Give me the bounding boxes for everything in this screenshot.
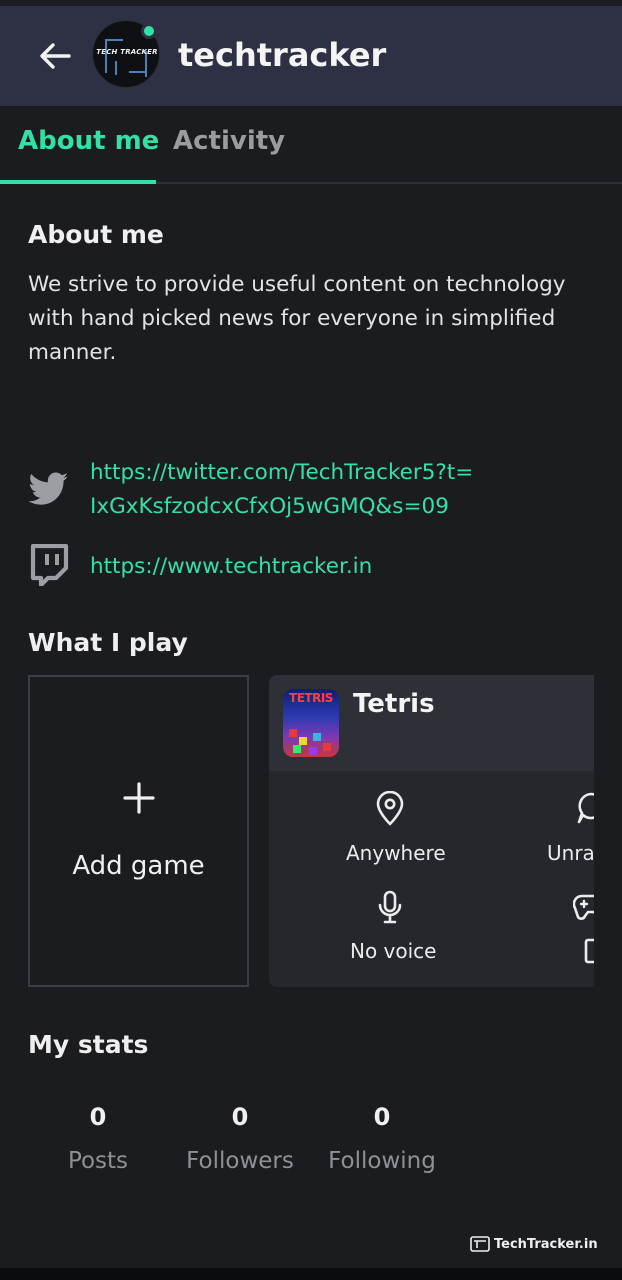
add-game-label: Add game: [72, 851, 205, 881]
stat-followers-label[interactable]: Followers: [160, 1148, 320, 1174]
stat-posts-value: 0: [89, 1103, 107, 1131]
game-attr-location: Anywhere: [346, 841, 446, 865]
game-card-header: TETRIS Tetris: [269, 675, 594, 771]
stat-following-value: 0: [373, 1103, 391, 1131]
add-game-card[interactable]: Add game: [28, 675, 249, 987]
about-body: We strive to provide useful content on t…: [28, 272, 566, 365]
twitch-icon: [28, 544, 70, 586]
tab-about-me[interactable]: About me: [18, 126, 159, 156]
back-arrow-icon: [40, 43, 71, 69]
twitter-link-line2: IxGxKsfzodcxCfxOj5wGMQ&s=09: [90, 494, 449, 519]
game-attr-skill: Unrar: [547, 841, 594, 865]
plus-icon: [30, 781, 247, 815]
microphone-icon: [370, 887, 410, 927]
watermark-text: TechTracker.in: [494, 1236, 598, 1252]
online-status-dot: [141, 23, 157, 39]
stat-followers-value: 0: [231, 1103, 249, 1131]
back-button[interactable]: [36, 37, 74, 75]
what-i-play-heading: What I play: [28, 628, 188, 657]
profile-title: techtracker: [178, 36, 387, 74]
active-tab-indicator: [0, 180, 156, 184]
tab-bar: About me Activity: [0, 106, 622, 184]
website-link[interactable]: https://www.techtracker.in: [90, 550, 372, 584]
avatar-logo-text: TECH TRACKER: [96, 48, 158, 56]
about-heading: About me: [28, 220, 164, 249]
game-name: Tetris: [353, 689, 435, 719]
twitter-icon: [28, 468, 70, 510]
twitter-link[interactable]: https://twitter.com/TechTracker5?t= IxGx…: [90, 456, 473, 524]
gamepad-icon: [571, 887, 594, 927]
game-thumbnail: TETRIS: [283, 689, 339, 757]
game-attr-voice: No voice: [350, 939, 437, 963]
stat-posts-label[interactable]: Posts: [18, 1148, 178, 1174]
chat-bubble-icon: [571, 789, 594, 829]
location-pin-icon: [370, 789, 410, 829]
tab-activity[interactable]: Activity: [173, 126, 285, 156]
game-thumbnail-logo: TETRIS: [289, 691, 333, 705]
device-icon: [575, 931, 594, 971]
navigation-bar: [0, 1268, 622, 1280]
twitter-link-line1: https://twitter.com/TechTracker5?t=: [90, 460, 474, 485]
watermark-logo-icon: [470, 1236, 490, 1252]
stat-following-label[interactable]: Following: [302, 1148, 462, 1174]
app-header: TECH TRACKER techtracker: [0, 6, 622, 106]
game-card[interactable]: TETRIS Tetris Anywhere Unrar No voice: [269, 675, 594, 987]
my-stats-heading: My stats: [28, 1030, 149, 1059]
watermark: TechTracker.in: [470, 1236, 598, 1252]
